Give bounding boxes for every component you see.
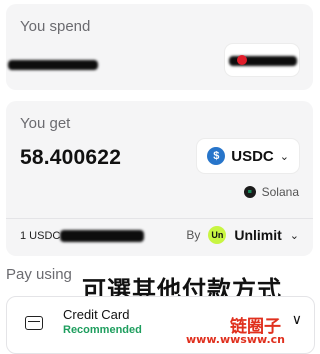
spend-card: You spend <box>6 4 313 90</box>
get-card: You get 58.400622 $ USDC ⌄ ≡ Solana 1 US… <box>6 101 313 256</box>
chevron-down-icon: ⌄ <box>279 150 289 163</box>
rate-redacted <box>60 230 145 242</box>
spend-label: You spend <box>20 18 91 35</box>
chevron-down-icon: ∨ <box>291 311 302 327</box>
get-amount[interactable]: 58.400622 <box>20 146 121 170</box>
provider-by-label: By <box>186 228 201 242</box>
get-label: You get <box>20 115 71 132</box>
network-label: Solana <box>261 185 299 199</box>
chevron-down-icon: ⌄ <box>289 229 299 242</box>
divider <box>6 218 313 219</box>
get-currency-selector[interactable]: $ USDC ⌄ <box>197 139 299 173</box>
provider-name: Unlimit <box>234 227 282 243</box>
solana-icon: ≡ <box>243 186 256 198</box>
pay-using-label: Pay using <box>6 266 72 283</box>
unlimit-icon: Un <box>208 226 227 244</box>
recommended-badge: Recommended <box>63 324 142 336</box>
spend-currency-flag-icon <box>237 55 247 65</box>
payment-method-title: Credit Card <box>63 307 130 322</box>
rate-prefix: 1 USDC <box>20 230 61 242</box>
credit-card-icon <box>25 316 43 330</box>
spend-currency-selector[interactable] <box>225 44 299 76</box>
spend-amount-redacted[interactable] <box>8 60 98 70</box>
exchange-rate: 1 USDC <box>20 230 145 242</box>
get-currency-label: USDC <box>231 147 274 165</box>
provider-selector[interactable]: By Un Unlimit ⌄ <box>186 226 299 244</box>
watermark-url: www.wwsww.cn <box>186 333 285 346</box>
network-badge: ≡ Solana <box>243 185 299 199</box>
usdc-icon: $ <box>207 147 226 165</box>
